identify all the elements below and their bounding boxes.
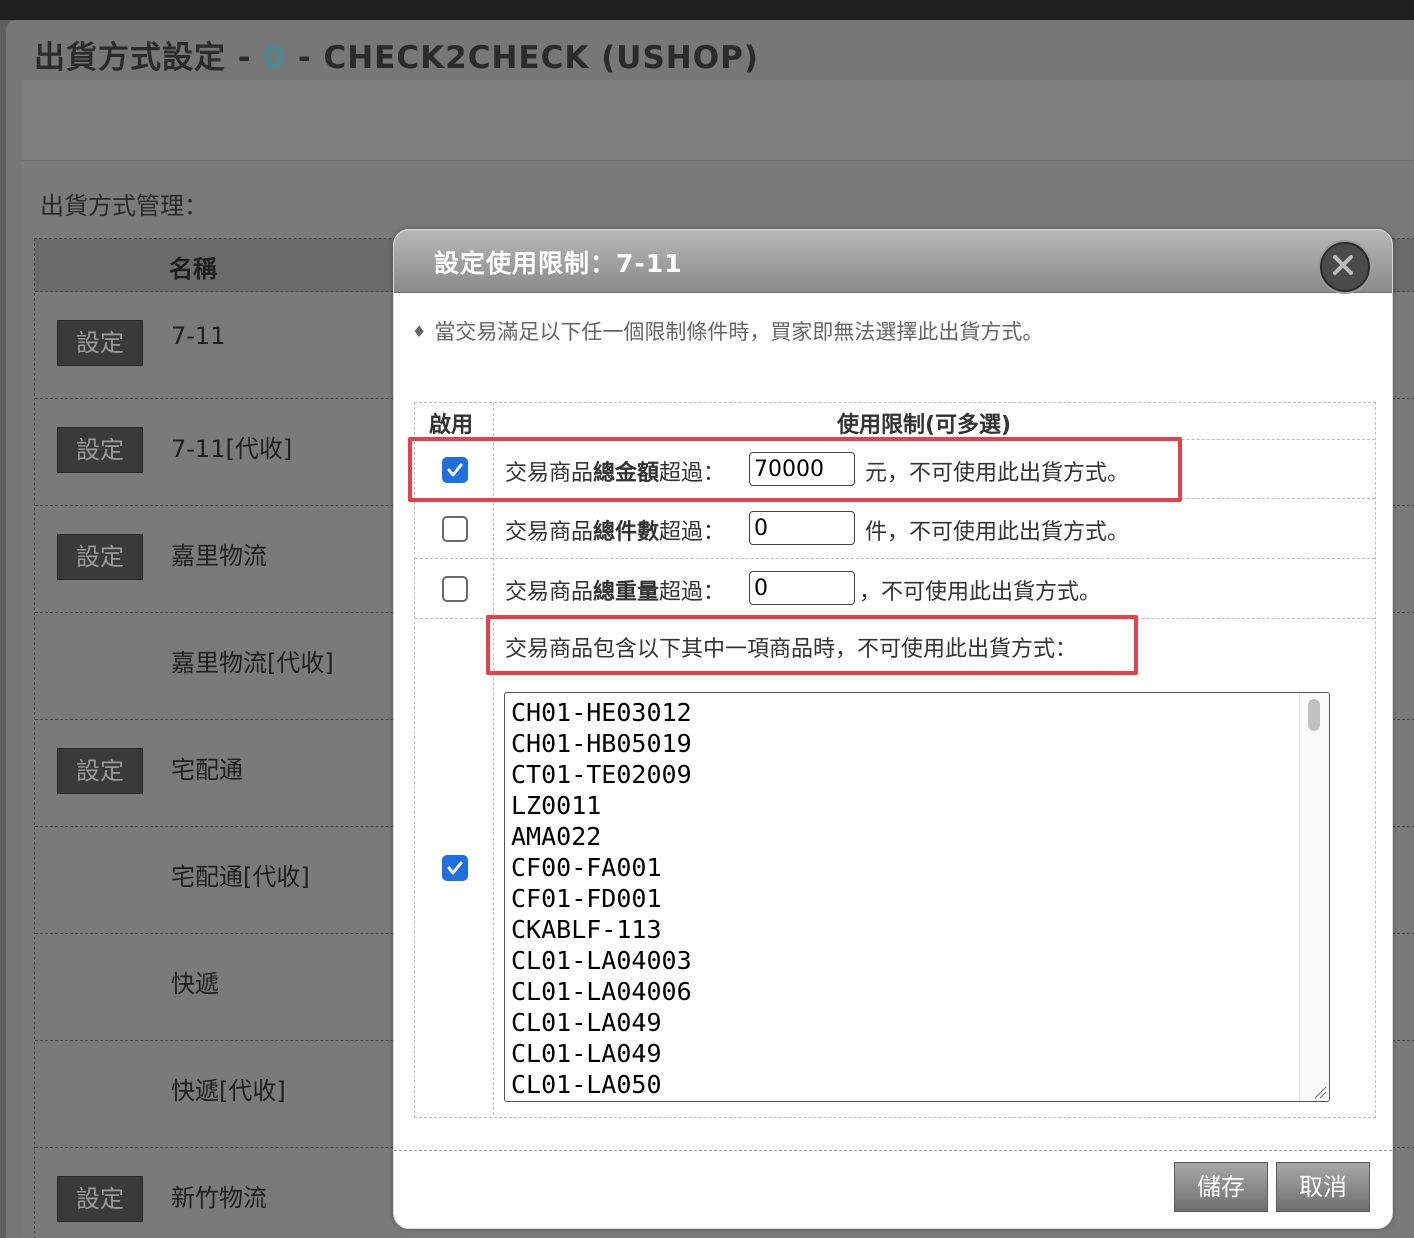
scrollbar-thumb[interactable] [1308,699,1320,731]
shipping-method-name: 嘉里物流[代收] [171,649,334,677]
count-label: 交易商品總件數超過： [505,520,726,545]
product-code: LZ0011 [511,791,602,820]
product-code: CL01-LA049 [511,1039,662,1068]
products-checkbox[interactable] [442,855,468,881]
shipping-method-name: 7-11 [171,322,226,350]
product-code: CL01-LA049 [511,1008,662,1037]
scrollbar[interactable] [1299,693,1329,1101]
resize-grip-icon[interactable] [1313,1085,1327,1099]
close-icon[interactable] [1320,242,1370,292]
modal-header: 設定使用限制：7-11 [394,230,1392,293]
window-title: 出貨方式設定 - 0 - CHECK2CHECK (USHOP) [34,40,759,76]
product-list-textarea[interactable]: CH01-HE03012 CH01-HB05019 CT01-TE02009 LZ00… [504,692,1330,1102]
product-code: CL01-LA050 [511,1070,662,1099]
weight-label: 交易商品總重量超過： [505,580,726,605]
limit-settings-modal: 設定使用限制：7-11 ♦ 當交易滿足以下任一個限制條件時，買家即無法選擇此出貨方… [393,229,1393,1229]
col-enable: 啟用 [429,413,474,438]
highlight-amount [408,437,1182,502]
product-code: CL01-LA04003 [511,946,692,975]
product-code: CT01-TE02009 [511,760,692,789]
limit-row-weight: 交易商品總重量超過： ，不可使用此出貨方式。 [415,559,1375,619]
shipping-method-name: 7-11[代收] [171,435,293,463]
toolbar-area [22,80,1414,161]
product-code: CH01-HB05019 [511,729,692,758]
config-button[interactable]: 設定 [57,748,143,794]
config-button[interactable]: 設定 [57,427,143,473]
modal-title: 設定使用限制：7-11 [434,249,683,278]
shipping-method-name: 嘉里物流 [171,542,267,570]
config-button[interactable]: 設定 [57,320,143,366]
product-code: CF00-FA001 [511,853,662,882]
diamond-icon: ♦ [412,322,427,341]
product-list-items: CH01-HE03012 CH01-HB05019 CT01-TE02009 LZ00… [511,697,692,1100]
count-input[interactable] [749,511,855,545]
weight-checkbox[interactable] [442,576,468,602]
shipping-method-name: 宅配通 [171,756,243,784]
limit-row-count: 交易商品總件數超過： 件，不可使用此出貨方式。 [415,499,1375,559]
footer-divider [394,1150,1392,1151]
col-limit: 使用限制(可多選) [837,413,1012,438]
product-code: CF01-FD001 [511,884,662,913]
cancel-button[interactable]: 取消 [1276,1162,1370,1212]
shipping-method-name: 快遞[代收] [171,1077,286,1105]
product-code: CKABLF-113 [511,915,662,944]
product-code: CH01-HE03012 [511,698,692,727]
weight-suffix: ，不可使用此出貨方式。 [859,580,1102,605]
shipping-method-name: 快遞 [171,970,219,998]
header-name: 名稱 [169,255,217,283]
product-code: AMA022 [511,822,602,851]
config-button[interactable]: 設定 [57,534,143,580]
save-button[interactable]: 儲存 [1174,1162,1268,1212]
limit-table-header: 啟用 使用限制(可多選) [415,403,1375,440]
notice-text: ♦ 當交易滿足以下任一個限制條件時，買家即無法選擇此出貨方式。 [412,320,1044,344]
manager-label: 出貨方式管理： [40,192,208,220]
top-strip [0,0,1414,20]
count-suffix: 件，不可使用此出貨方式。 [865,520,1130,545]
weight-input[interactable] [749,571,855,605]
highlight-products [486,615,1138,675]
shipping-method-name: 新竹物流 [171,1184,267,1212]
shipping-method-name: 宅配通[代收] [171,863,310,891]
count-checkbox[interactable] [442,516,468,542]
shop-number: 0 [263,40,287,76]
product-code: CL01-LA04006 [511,977,692,1006]
config-button[interactable]: 設定 [57,1176,143,1222]
